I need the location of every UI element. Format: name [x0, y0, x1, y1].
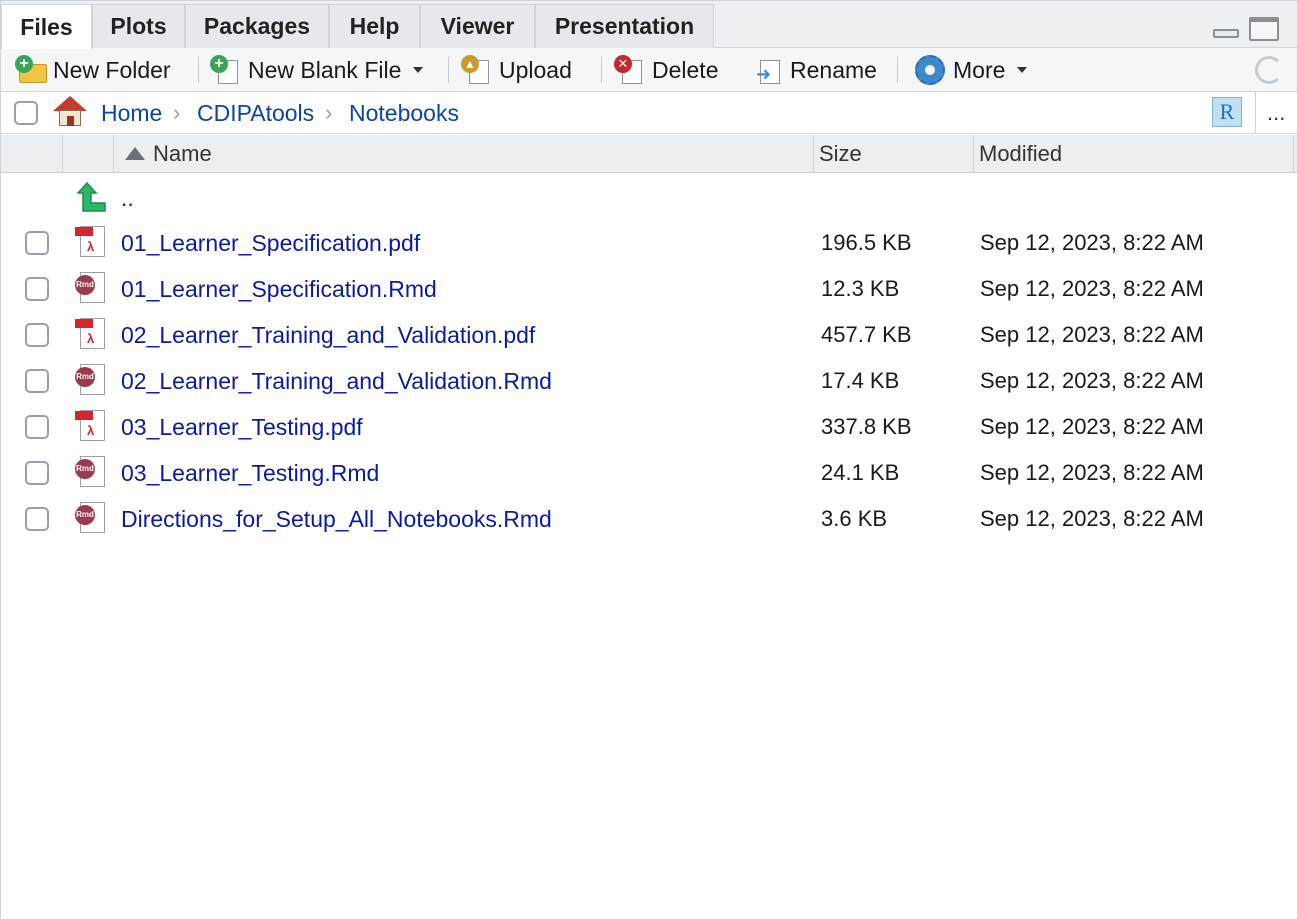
parent-directory-link[interactable]: ..	[121, 175, 134, 221]
new-file-icon: +	[210, 55, 240, 85]
file-modified: Sep 12, 2023, 8:22 AM	[980, 368, 1204, 393]
column-modified[interactable]: Modified	[979, 135, 1062, 173]
pdf-file-icon: λ	[75, 226, 107, 258]
file-modified: Sep 12, 2023, 8:22 AM	[980, 414, 1204, 439]
chevron-down-icon	[413, 67, 424, 73]
tab-packages[interactable]: Packages	[185, 4, 329, 48]
row-checkbox[interactable]	[25, 277, 49, 301]
table-row: Rmd 02_Learner_Training_and_Validation.R…	[1, 358, 1297, 404]
column-header: Name Size Modified	[1, 135, 1297, 173]
file-size: 12.3 KB	[821, 276, 900, 301]
home-icon[interactable]	[53, 96, 87, 128]
file-size: 3.6 KB	[821, 506, 888, 531]
tab-viewer[interactable]: Viewer	[420, 4, 535, 48]
column-name[interactable]: Name	[153, 135, 212, 173]
row-checkbox[interactable]	[25, 369, 49, 393]
upload-icon: ▲	[461, 55, 491, 85]
table-row: λ 03_Learner_Testing.pdf 337.8 KB Sep 12…	[1, 404, 1297, 450]
file-modified: Sep 12, 2023, 8:22 AM	[980, 460, 1204, 485]
column-size[interactable]: Size	[819, 135, 862, 173]
table-row: Rmd 03_Learner_Testing.Rmd 24.1 KB Sep 1…	[1, 450, 1297, 496]
toolbar: + New Folder + New Blank File ▲ Upload ✕…	[1, 48, 1297, 92]
chevron-down-icon	[1017, 67, 1028, 73]
table-row: λ 01_Learner_Specification.pdf 196.5 KB …	[1, 220, 1297, 266]
file-size: 17.4 KB	[821, 368, 900, 393]
rmd-file-icon: Rmd	[75, 502, 107, 534]
pdf-file-icon: λ	[75, 318, 107, 350]
maximize-icon[interactable]	[1249, 17, 1279, 41]
row-checkbox[interactable]	[25, 415, 49, 439]
delete-icon: ✕	[614, 55, 644, 85]
new-folder-button[interactable]: + New Folder	[15, 48, 171, 92]
file-name-link[interactable]: 01_Learner_Specification.Rmd	[121, 266, 437, 312]
gear-icon	[915, 55, 945, 85]
row-checkbox[interactable]	[25, 461, 49, 485]
file-modified: Sep 12, 2023, 8:22 AM	[980, 322, 1204, 347]
breadcrumb-notebooks[interactable]: Notebooks	[349, 92, 459, 134]
upload-button[interactable]: ▲ Upload	[461, 48, 572, 92]
tab-bar: Files Plots Packages Help Viewer Present…	[1, 1, 1297, 49]
file-size: 196.5 KB	[821, 230, 912, 255]
rename-label: Rename	[790, 56, 877, 83]
file-size: 24.1 KB	[821, 460, 900, 485]
delete-label: Delete	[652, 56, 719, 83]
breadcrumb: Home › CDIPAtools › Notebooks R ...	[1, 92, 1297, 134]
pdf-file-icon: λ	[75, 410, 107, 442]
new-blank-file-label: New Blank File	[248, 56, 402, 83]
file-modified: Sep 12, 2023, 8:22 AM	[980, 230, 1204, 255]
table-row: Rmd 01_Learner_Specification.Rmd 12.3 KB…	[1, 266, 1297, 312]
more-options-button[interactable]: ...	[1267, 92, 1285, 134]
table-row: Rmd Directions_for_Setup_All_Notebooks.R…	[1, 496, 1297, 542]
sort-ascending-icon	[125, 147, 145, 160]
file-modified: Sep 12, 2023, 8:22 AM	[980, 276, 1204, 301]
file-name-link[interactable]: 02_Learner_Training_and_Validation.pdf	[121, 312, 535, 358]
minimize-icon[interactable]	[1213, 29, 1239, 38]
more-label: More	[953, 56, 1006, 83]
more-button[interactable]: More	[915, 48, 1028, 92]
file-name-link[interactable]: 03_Learner_Testing.pdf	[121, 404, 363, 450]
row-checkbox[interactable]	[25, 323, 49, 347]
new-folder-label: New Folder	[53, 56, 171, 83]
file-name-link[interactable]: 01_Learner_Specification.pdf	[121, 220, 420, 266]
delete-button[interactable]: ✕ Delete	[614, 48, 718, 92]
files-pane: Files Plots Packages Help Viewer Present…	[0, 0, 1298, 920]
parent-directory-row[interactable]: ..	[1, 175, 1297, 221]
file-name-link[interactable]: Directions_for_Setup_All_Notebooks.Rmd	[121, 496, 552, 542]
r-project-icon[interactable]: R	[1212, 97, 1242, 127]
upload-label: Upload	[499, 56, 572, 83]
rename-button[interactable]: ➜ Rename	[752, 48, 877, 92]
rmd-file-icon: Rmd	[75, 364, 107, 396]
breadcrumb-cdipatools[interactable]: CDIPAtools	[197, 92, 314, 134]
new-blank-file-button[interactable]: + New Blank File	[210, 48, 424, 92]
tab-files[interactable]: Files	[1, 4, 92, 49]
rename-icon: ➜	[752, 55, 782, 85]
table-row: λ 02_Learner_Training_and_Validation.pdf…	[1, 312, 1297, 358]
up-arrow-icon	[77, 181, 106, 212]
refresh-icon[interactable]	[1255, 56, 1283, 84]
chevron-right-icon: ›	[325, 100, 333, 125]
chevron-right-icon: ›	[173, 100, 181, 125]
tab-plots[interactable]: Plots	[92, 4, 185, 48]
file-size: 457.7 KB	[821, 322, 912, 347]
row-checkbox[interactable]	[25, 231, 49, 255]
file-size: 337.8 KB	[821, 414, 912, 439]
select-all-checkbox[interactable]	[14, 101, 38, 125]
new-folder-icon: +	[15, 55, 47, 85]
tab-help[interactable]: Help	[329, 4, 420, 48]
file-name-link[interactable]: 02_Learner_Training_and_Validation.Rmd	[121, 358, 552, 404]
rmd-file-icon: Rmd	[75, 456, 107, 488]
tab-presentation[interactable]: Presentation	[535, 4, 714, 48]
rmd-file-icon: Rmd	[75, 272, 107, 304]
file-name-link[interactable]: 03_Learner_Testing.Rmd	[121, 450, 379, 496]
breadcrumb-home[interactable]: Home	[101, 92, 162, 134]
file-modified: Sep 12, 2023, 8:22 AM	[980, 506, 1204, 531]
row-checkbox[interactable]	[25, 507, 49, 531]
